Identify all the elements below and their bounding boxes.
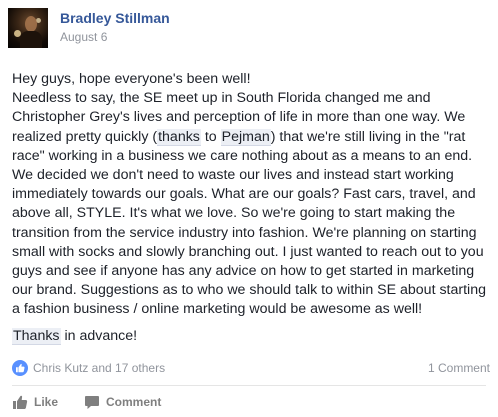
author-name[interactable]: Bradley Stillman xyxy=(60,10,170,26)
mention-pejman[interactable]: Pejman xyxy=(220,128,271,146)
comment-button[interactable]: Comment xyxy=(84,392,164,412)
highlighted-phrase-thanks-closing[interactable]: Thanks xyxy=(12,327,61,345)
post-text: to xyxy=(200,128,221,145)
post-text: in advance! xyxy=(60,327,138,344)
comment-icon xyxy=(85,396,99,409)
comment-count-link[interactable]: 1 Comment xyxy=(428,361,490,375)
divider xyxy=(12,385,486,386)
thumbs-up-icon xyxy=(13,395,28,409)
reaction-stats: Chris Kutz and 17 others 1 Comment xyxy=(12,360,490,378)
highlighted-phrase-thanks[interactable]: thanks xyxy=(157,128,201,146)
avatar[interactable] xyxy=(8,8,48,48)
post-body: Hey guys, hope everyone's been well! Nee… xyxy=(12,70,492,346)
post-text: ) that we're still living in the "rat ra… xyxy=(12,128,486,318)
post-paragraph: Thanks in advance! xyxy=(12,327,492,346)
post-date[interactable]: August 6 xyxy=(60,30,107,44)
like-badge-icon xyxy=(12,360,28,376)
like-button[interactable]: Like xyxy=(12,392,72,412)
likers-link[interactable]: Chris Kutz and 17 others xyxy=(33,361,165,375)
comment-label: Comment xyxy=(106,395,162,409)
like-label: Like xyxy=(34,395,59,409)
post-paragraph: Hey guys, hope everyone's been well! Nee… xyxy=(12,70,492,320)
